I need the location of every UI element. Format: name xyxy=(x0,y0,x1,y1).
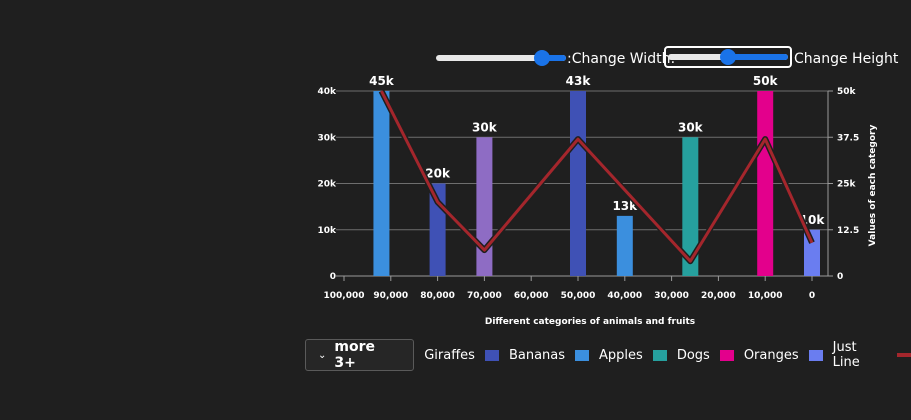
legend-swatch xyxy=(719,349,734,361)
x-tick-label: 100,000 xyxy=(324,291,365,301)
more-legend-button[interactable]: ⌄ more 3+ xyxy=(305,339,415,371)
y2-tick-label: 25k xyxy=(837,180,857,190)
legend-swatch xyxy=(484,349,499,361)
x-tick-label: 30,000 xyxy=(654,291,689,301)
y2-tick-label: 50k xyxy=(837,87,857,97)
x-tick-label: 40,000 xyxy=(607,291,642,301)
bar xyxy=(570,91,586,276)
legend-swatch xyxy=(652,349,667,361)
y-tick-label: 40k xyxy=(317,87,337,97)
chart-legend: ⌄ more 3+ Giraffes Bananas Apples Dogs Orang… xyxy=(305,339,911,371)
legend-item-label: Giraffes xyxy=(424,347,475,363)
x-tick-label: 10,000 xyxy=(748,291,783,301)
legend-swatch xyxy=(897,353,911,357)
y2-tick-label: 0 xyxy=(837,272,843,282)
y-tick-label: 30k xyxy=(317,133,337,143)
chevron-down-icon: ⌄ xyxy=(318,349,327,361)
x-tick-label: 90,000 xyxy=(373,291,408,301)
legend-item-label: Dogs xyxy=(676,347,710,363)
legend-item-label: Apples xyxy=(599,347,643,363)
bar xyxy=(616,215,633,276)
x-tick-label: 60,000 xyxy=(514,291,549,301)
x-tick-label: 20,000 xyxy=(701,291,736,301)
x-tick-label: 50,000 xyxy=(561,291,596,301)
y-tick-label: 20k xyxy=(317,180,337,190)
x-tick-label: 80,000 xyxy=(420,291,455,301)
bar-data-label: 43k xyxy=(566,74,592,88)
legend-swatch xyxy=(575,349,590,361)
legend-item-bananas[interactable]: Bananas xyxy=(508,347,590,363)
legend-item-just-line[interactable]: Just Line xyxy=(833,340,911,370)
bar xyxy=(476,137,493,276)
x-tick-label: 0 xyxy=(809,291,815,301)
y-tick-label: 10k xyxy=(317,226,337,236)
legend-items: Giraffes Bananas Apples Dogs Oranges Just Lin… xyxy=(414,340,911,370)
x-axis-title: Different categories of animals and frui… xyxy=(485,317,695,327)
legend-item-giraffes[interactable]: Giraffes xyxy=(424,348,499,363)
bar-data-label: 50k xyxy=(753,74,779,88)
bar xyxy=(757,91,774,276)
bar-data-label: 20k xyxy=(425,167,451,181)
legend-item-label: Bananas xyxy=(508,347,566,363)
legend-item-label: Just Line xyxy=(832,340,860,370)
legend-swatch xyxy=(808,349,823,361)
bar-data-label: 45k xyxy=(369,74,395,88)
y2-tick-label: 37.5 xyxy=(837,133,859,143)
y2-tick-label: 12.5 xyxy=(837,226,859,236)
legend-item-oranges[interactable]: Oranges xyxy=(744,348,823,363)
bar-data-label: 30k xyxy=(472,120,498,134)
bar-line-chart: 0 10k 20k 30k 40k 0 12.5 25k 37.5 50k 100,000 90,00… xyxy=(317,74,878,327)
legend-item-label: Oranges xyxy=(743,347,799,363)
bar xyxy=(373,91,390,276)
legend-item-dogs[interactable]: Dogs xyxy=(677,348,734,363)
legend-item-apples[interactable]: Apples xyxy=(599,348,667,363)
more-legend-label: more 3+ xyxy=(334,339,375,371)
y2-axis-title: Values of each category xyxy=(868,125,878,247)
y-tick-label: 0 xyxy=(330,272,336,282)
bar-data-label: 30k xyxy=(678,120,704,134)
x-tick-label: 70,000 xyxy=(467,291,502,301)
